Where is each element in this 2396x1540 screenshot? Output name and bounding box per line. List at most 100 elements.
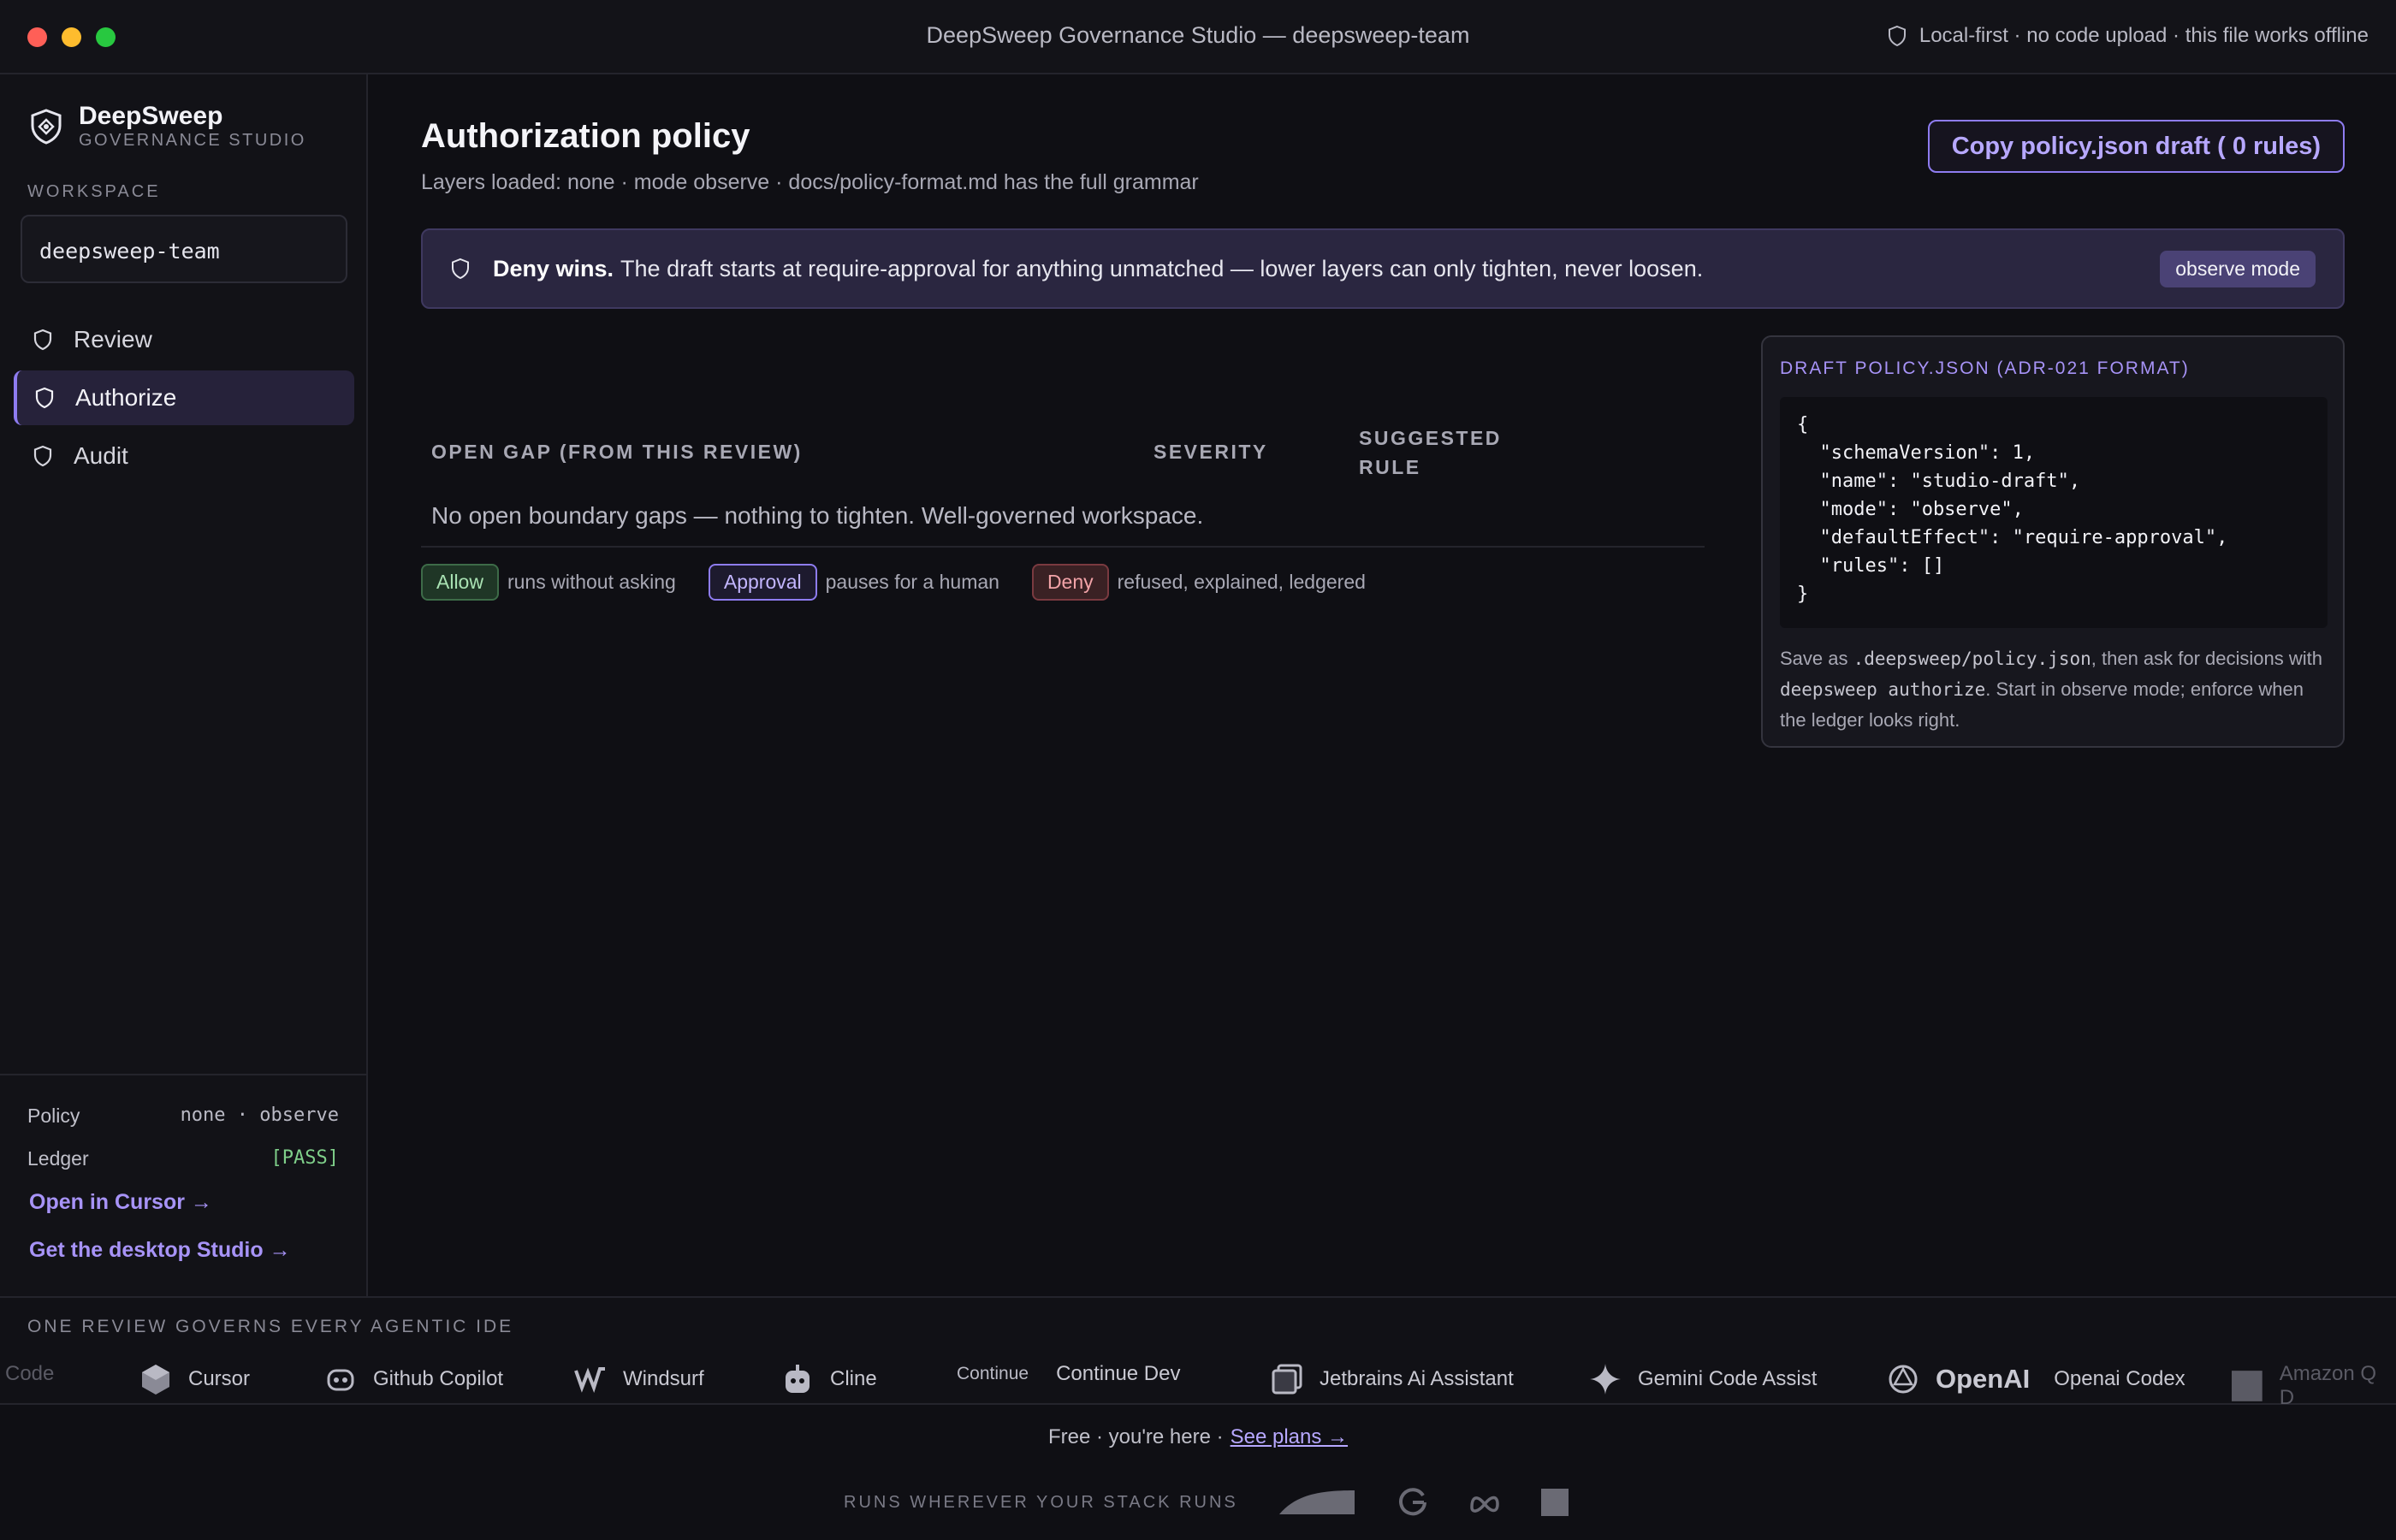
policy-status: Policy none · observe: [27, 1105, 339, 1128]
open-in-cursor-link[interactable]: Open in Cursor →: [29, 1190, 212, 1215]
shield-icon: [33, 329, 52, 351]
plan-line: Free · you're here · See plans →: [0, 1425, 2396, 1449]
continue-logo-icon: Continue: [957, 1364, 1029, 1383]
row-divider: [421, 546, 1705, 548]
ide-name: Cline: [830, 1367, 877, 1390]
ide-cline: Cline: [780, 1362, 877, 1396]
ide-amazon-q: Amazon Q D: [2230, 1362, 2396, 1410]
jetbrains-logo-icon: [1272, 1364, 1302, 1395]
see-plans-link[interactable]: See plans →: [1231, 1425, 1348, 1448]
shield-icon: [452, 258, 469, 280]
openai-logo-icon: [1889, 1365, 1918, 1394]
workspace-selector[interactable]: deepsweep-team: [21, 215, 347, 283]
desktop-studio-link[interactable]: Get the desktop Studio →: [29, 1238, 291, 1263]
cline-logo-icon: [786, 1365, 810, 1393]
cloud-provider-logo-icon: [1278, 1490, 1355, 1514]
ide-github-copilot: Github Copilot: [323, 1362, 503, 1396]
draft-policy-note: Save as .deepsweep/policy.json, then ask…: [1780, 643, 2328, 736]
banner-bold-text: Deny wins.: [493, 255, 614, 281]
page-subtitle: Layers loaded: none · mode observe · doc…: [421, 170, 1199, 194]
ide-name: Cursor: [188, 1367, 251, 1390]
column-header-rule: SUGGESTED RULE: [1359, 424, 1502, 482]
ide-name: Openai Codex: [2054, 1367, 2185, 1390]
ledger-status: Ledger [PASS]: [27, 1147, 339, 1170]
ide-name: Code: [5, 1362, 55, 1385]
column-header-severity: SEVERITY: [1154, 441, 1268, 463]
windsurf-logo-icon: [574, 1367, 605, 1394]
policy-value: none · observe: [180, 1105, 339, 1126]
title-bar: DeepSweep Governance Studio — deepsweep-…: [0, 0, 2396, 74]
ledger-label: Ledger: [27, 1147, 89, 1170]
nav-item-review[interactable]: Review: [14, 312, 354, 367]
ide-gemini-code-assist: Gemini Code Assist: [1588, 1362, 1817, 1396]
sidebar: DeepSweep GOVERNANCE STUDIO WORKSPACE de…: [0, 74, 368, 1296]
ide-name: Github Copilot: [373, 1367, 504, 1390]
nav-item-authorize[interactable]: Authorize: [14, 370, 354, 425]
approval-chip: Approval: [708, 564, 817, 601]
sidebar-divider: [0, 1074, 368, 1075]
allow-chip: Allow: [421, 564, 499, 601]
authorize-command: deepsweep authorize: [1780, 679, 1986, 700]
policy-path: .deepsweep/policy.json: [1853, 649, 2091, 669]
policy-label: Policy: [27, 1105, 80, 1127]
google-logo-icon: [1398, 1488, 1426, 1516]
shield-icon: [33, 445, 52, 467]
meta-logo-icon: [1470, 1496, 1499, 1513]
draft-policy-title: DRAFT POLICY.JSON (ADR-021 FORMAT): [1780, 358, 2190, 378]
ide-name: Amazon Q D: [2279, 1362, 2377, 1409]
page-title: Authorization policy: [421, 117, 750, 155]
deepsweep-logo-icon: [31, 108, 62, 145]
column-header-gap: OPEN GAP (FROM THIS REVIEW): [431, 441, 803, 463]
nav-item-label: Audit: [74, 442, 128, 469]
workspace-label: WORKSPACE: [27, 182, 161, 201]
ide-name: Gemini Code Assist: [1638, 1367, 1818, 1390]
banner-text: The draft starts at require-approval for…: [620, 255, 1704, 281]
draft-policy-code[interactable]: { "schemaVersion": 1, "name": "studio-dr…: [1780, 397, 2328, 628]
ide-strip: ONE REVIEW GOVERNS EVERY AGENTIC IDE Cod…: [0, 1296, 2396, 1409]
main-panel: Authorization policy Layers loaded: none…: [370, 74, 2396, 1296]
empty-state-message: No open boundary gaps — nothing to tight…: [431, 502, 1204, 529]
shield-icon: [1888, 25, 1906, 47]
openai-wordmark: OpenAI: [1936, 1364, 2031, 1394]
observe-mode-badge[interactable]: observe mode: [2160, 250, 2316, 287]
gemini-logo-icon: [1590, 1364, 1621, 1395]
ide-continue-dev: Continue Continue Dev: [957, 1362, 1180, 1386]
ide-logo-row: Code Cursor Github Copilot Windsurf Clin…: [0, 1353, 2396, 1409]
offline-note: Local-first · no code upload · this file…: [1887, 24, 2369, 48]
copy-policy-draft-button[interactable]: Copy policy.json draft ( 0 rules): [1927, 120, 2345, 173]
microsoft-logo-icon: [1540, 1489, 1569, 1516]
ide-windsurf: Windsurf: [573, 1362, 704, 1396]
ledger-value: [PASS]: [270, 1147, 339, 1169]
brand-subtitle: GOVERNANCE STUDIO: [79, 131, 306, 150]
ide-strip-label: ONE REVIEW GOVERNS EVERY AGENTIC IDE: [27, 1317, 514, 1336]
stack-label: RUNS WHEREVER YOUR STACK RUNS: [844, 1492, 1238, 1512]
ide-name: Continue Dev: [1056, 1362, 1181, 1385]
ide-name: Jetbrains Ai Assistant: [1320, 1367, 1514, 1390]
ide-name: Windsurf: [623, 1367, 704, 1390]
offline-note-text: Local-first · no code upload · this file…: [1919, 24, 2369, 47]
deny-chip: Deny: [1031, 564, 1109, 601]
column-header-rule-line1: SUGGESTED: [1359, 427, 1502, 449]
deny-description: refused, explained, ledgered: [1117, 571, 1366, 593]
nav-item-audit[interactable]: Audit: [14, 429, 354, 483]
brand-name: DeepSweep: [79, 102, 223, 130]
draft-note-text: Save as: [1780, 648, 1853, 669]
copilot-logo-icon: [327, 1369, 354, 1391]
ide-cursor: Cursor: [139, 1362, 250, 1396]
draft-policy-card: DRAFT POLICY.JSON (ADR-021 FORMAT) { "sc…: [1761, 335, 2345, 748]
cursor-logo-icon: [142, 1365, 169, 1395]
effect-legend: Allow runs without asking Approval pause…: [421, 564, 1398, 601]
amazon-q-logo-icon: [2231, 1371, 2263, 1401]
approval-description: pauses for a human: [825, 571, 999, 593]
nav-item-label: Authorize: [75, 384, 177, 411]
nav-item-label: Review: [74, 326, 152, 352]
brand[interactable]: DeepSweep GOVERNANCE STUDIO: [27, 102, 306, 151]
ide-claude-code: Code: [5, 1362, 54, 1386]
shield-icon: [35, 387, 54, 409]
draft-note-text: , then ask for decisions with: [2091, 648, 2323, 669]
column-header-rule-line2: RULE: [1359, 456, 1421, 478]
deny-wins-banner: Deny wins. The draft starts at require-a…: [421, 228, 2345, 309]
stack-line: RUNS WHEREVER YOUR STACK RUNS: [844, 1487, 1569, 1518]
allow-description: runs without asking: [507, 571, 676, 593]
ide-jetbrains-ai-assistant: Jetbrains Ai Assistant: [1270, 1362, 1514, 1396]
